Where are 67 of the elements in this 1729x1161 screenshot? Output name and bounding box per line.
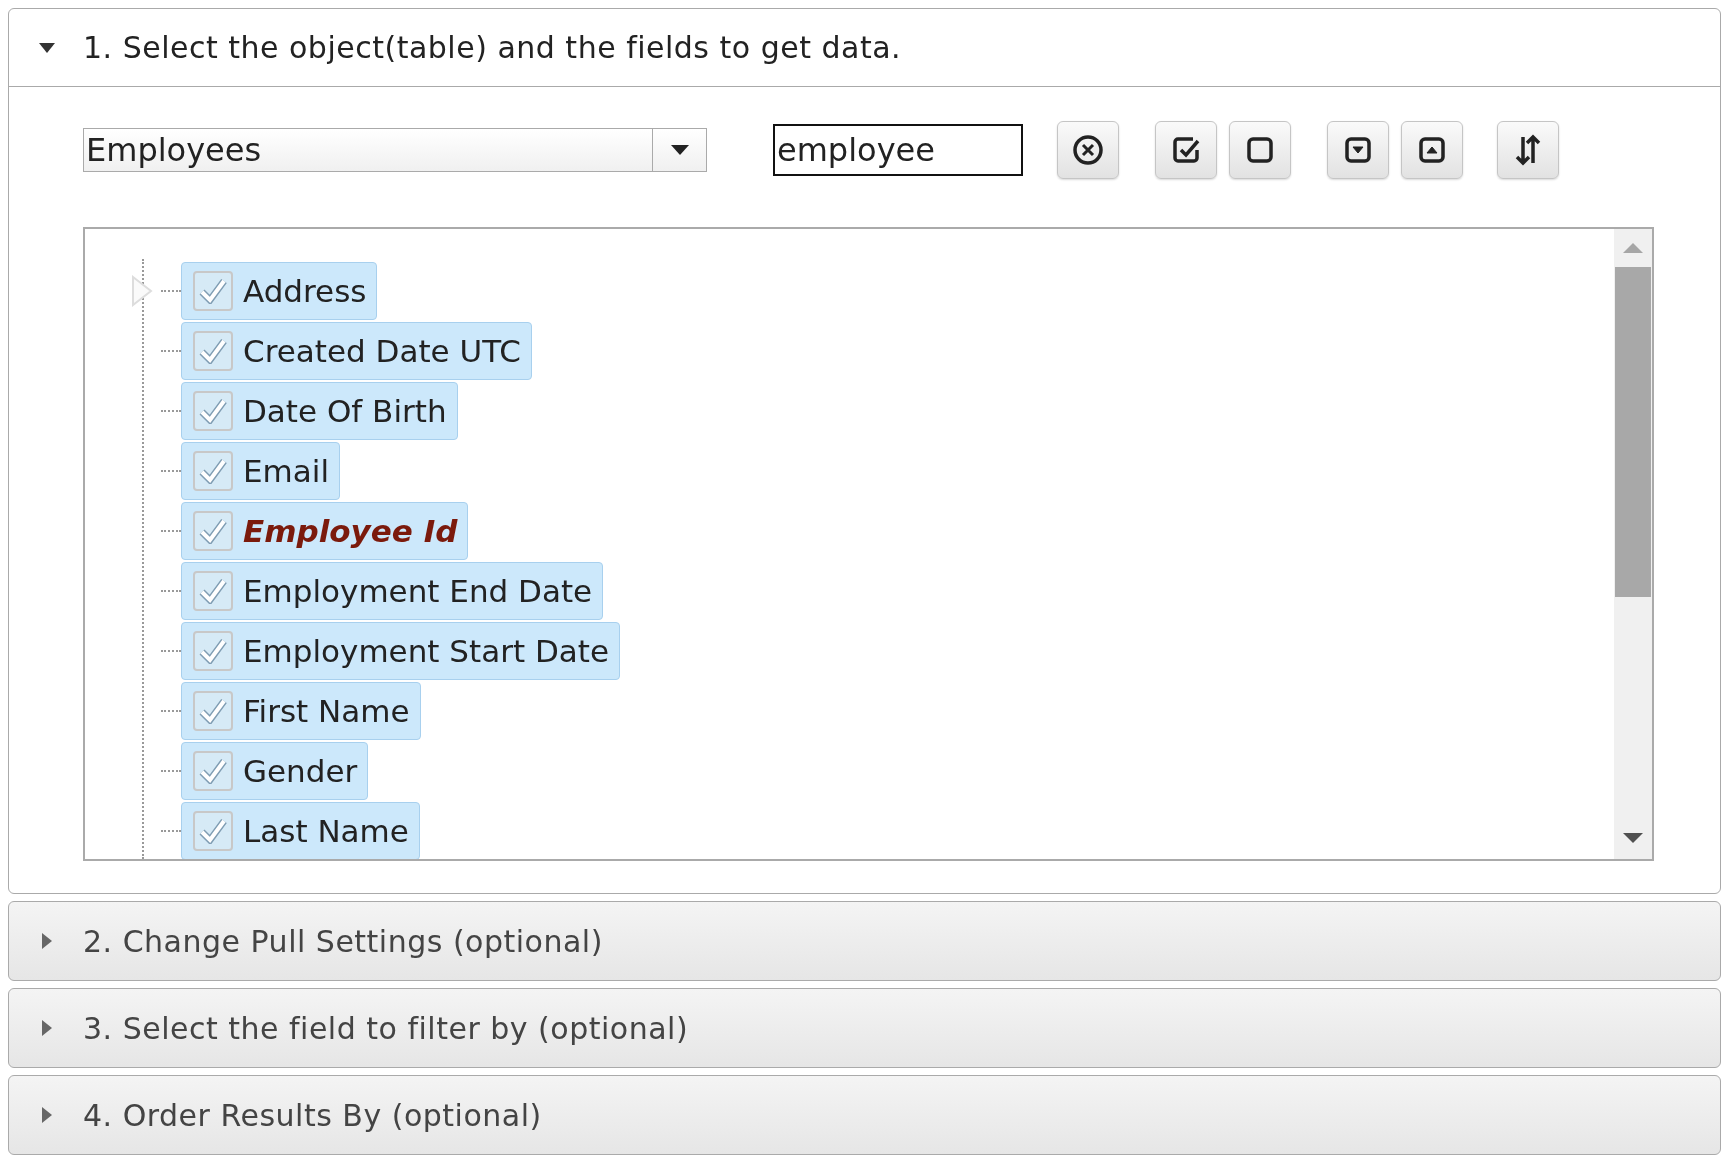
check-icon xyxy=(199,398,227,424)
object-dropdown[interactable]: Employees xyxy=(83,128,707,172)
expand-triangle-icon xyxy=(42,933,52,949)
check-icon xyxy=(199,458,227,484)
field-label: Email xyxy=(243,451,329,491)
checkbox[interactable] xyxy=(193,451,233,491)
checkbox[interactable] xyxy=(193,691,233,731)
field-label: First Name xyxy=(243,691,410,731)
check-icon xyxy=(199,818,227,844)
checkbox[interactable] xyxy=(193,751,233,791)
expand-triangle-icon xyxy=(42,1107,52,1123)
field-item[interactable]: Employment End Date xyxy=(181,562,604,620)
check-icon xyxy=(199,518,227,544)
scrollbar[interactable] xyxy=(1614,229,1652,859)
check-icon xyxy=(199,578,227,604)
field-item[interactable]: Created Date UTC xyxy=(181,322,532,380)
field-item[interactable]: Employment Start Date xyxy=(181,622,620,680)
clear-icon xyxy=(1071,133,1105,167)
field-item[interactable]: Gender xyxy=(181,742,369,800)
expand-all-button[interactable] xyxy=(1327,121,1389,179)
uncheck-all-button[interactable] xyxy=(1229,121,1291,179)
field-item[interactable]: First Name xyxy=(181,682,421,740)
field-label: Created Date UTC xyxy=(243,331,521,371)
scroll-up-icon[interactable] xyxy=(1623,243,1643,253)
check-icon xyxy=(199,758,227,784)
accordion-header[interactable]: 4. Order Results By (optional) xyxy=(9,1076,1720,1154)
field-item[interactable]: Address xyxy=(181,262,378,320)
field-label: Date Of Birth xyxy=(243,391,447,431)
field-label: Employment End Date xyxy=(243,571,593,611)
check-icon xyxy=(199,698,227,724)
field-item[interactable]: Last Name xyxy=(181,802,420,859)
clear-button[interactable] xyxy=(1057,121,1119,179)
scrollbar-thumb[interactable] xyxy=(1615,267,1651,597)
expand-triangle-icon xyxy=(42,1020,52,1036)
checkbox[interactable] xyxy=(193,571,233,611)
scroll-down-icon[interactable] xyxy=(1623,833,1643,843)
dropdown-caret-icon xyxy=(670,145,689,155)
field-item[interactable]: Email xyxy=(181,442,340,500)
collapse-triangle-icon xyxy=(39,42,55,53)
field-label: Address xyxy=(243,271,367,311)
field-item[interactable]: Date Of Birth xyxy=(181,382,458,440)
section-title: 2. Change Pull Settings (optional) xyxy=(83,922,603,961)
search-field[interactable]: employee xyxy=(773,124,1023,176)
section-title: 3. Select the field to filter by (optional) xyxy=(83,1009,689,1048)
section-title: 1. Select the object(table) and the fields to get data. xyxy=(83,29,902,67)
check-all-button[interactable] xyxy=(1155,121,1217,179)
accordion-header[interactable]: 3. Select the field to filter by (optional) xyxy=(9,989,1720,1067)
checkbox[interactable] xyxy=(193,331,233,371)
field-item[interactable]: Employee Id xyxy=(181,502,469,560)
check-icon xyxy=(199,338,227,364)
field-label: Gender xyxy=(243,751,358,791)
accordion-header[interactable]: 2. Change Pull Settings (optional) xyxy=(9,902,1720,980)
expand-arrow-icon[interactable] xyxy=(131,275,153,307)
field-label: Last Name xyxy=(243,811,409,851)
checkbox[interactable] xyxy=(193,271,233,311)
checkbox[interactable] xyxy=(193,631,233,671)
checkbox[interactable] xyxy=(193,391,233,431)
field-label: Employee Id xyxy=(243,511,458,551)
accordion-header[interactable]: 1. Select the object(table) and the fields to get data. xyxy=(9,9,1720,87)
section-title: 4. Order Results By (optional) xyxy=(83,1096,542,1135)
check-icon xyxy=(199,278,227,304)
checkbox[interactable] xyxy=(193,811,233,851)
sort-button[interactable] xyxy=(1497,121,1559,179)
field-label: Employment Start Date xyxy=(243,631,609,671)
checkbox[interactable] xyxy=(193,511,233,551)
check-icon xyxy=(199,638,227,664)
collapse-all-button[interactable] xyxy=(1401,121,1463,179)
